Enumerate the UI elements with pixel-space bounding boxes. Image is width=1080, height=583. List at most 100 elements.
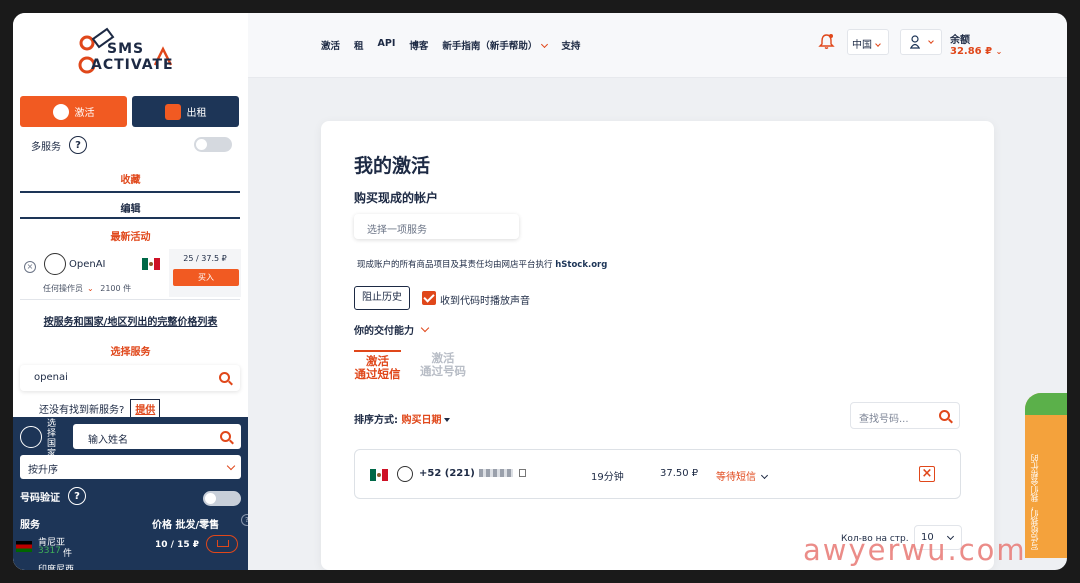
- country-count-unit: 件: [63, 549, 73, 559]
- nav-guide[interactable]: 新手指南（新手帮助）: [442, 38, 549, 52]
- payment-capacity-toggle[interactable]: 你的交付能力: [354, 322, 430, 337]
- sort-select-value: 按升序: [28, 465, 58, 476]
- openai-icon: [44, 253, 66, 275]
- country-count: 3317: [38, 546, 61, 556]
- operator-select[interactable]: 任何操作员: [43, 284, 83, 293]
- balance-amount: 32.86 ₽: [950, 46, 993, 57]
- chevron-down-icon: [226, 461, 236, 471]
- openai-icon: [397, 466, 413, 482]
- nav-support[interactable]: 支持: [561, 38, 580, 52]
- status-dropdown[interactable]: 等待短信: [716, 468, 769, 483]
- play-sound-checkbox[interactable]: [422, 291, 436, 305]
- nav-activate[interactable]: 激活: [321, 38, 340, 52]
- choose-service-heading: 选择服务: [110, 347, 151, 358]
- choose-country-label: 选择国家: [47, 419, 57, 459]
- sort-label: 排序方式:: [354, 415, 398, 426]
- not-found-text: 还没有找到新服务?: [39, 405, 125, 416]
- service-search-value: openai: [34, 372, 68, 383]
- help-icon[interactable]: ?: [241, 514, 248, 526]
- country-price: 10 / 15 ₽: [155, 540, 199, 550]
- sort-by-select[interactable]: 购买日期: [401, 415, 451, 426]
- mexico-flag-icon: [142, 258, 160, 270]
- chevron-down-icon: [760, 471, 769, 480]
- activate-tab-label: 激活: [74, 108, 95, 119]
- user-icon: [910, 35, 920, 49]
- service-search-input[interactable]: openai: [20, 365, 240, 391]
- watermark: awyerwu.com: [803, 533, 1027, 567]
- balance-value[interactable]: 32.86 ₽ ⌄: [950, 46, 1002, 57]
- search-icon[interactable]: [219, 372, 230, 383]
- sidebar: SMS ACTIVATE 激活 出租 多服务 ? 收藏 编辑 最新活动 × Op…: [13, 13, 248, 570]
- search-icon[interactable]: [939, 410, 950, 421]
- tab-line: 通过号码: [420, 364, 466, 378]
- activate-tab-button[interactable]: 激活: [20, 96, 127, 127]
- nav-rent[interactable]: 租: [354, 38, 364, 52]
- app-window: SMS ACTIVATE 激活 出租 多服务 ? 收藏 编辑 最新活动 × Op…: [13, 13, 1067, 570]
- copy-icon[interactable]: [518, 469, 526, 477]
- language-select[interactable]: 中国: [847, 29, 889, 55]
- bell-icon[interactable]: [818, 33, 835, 50]
- chevron-down-icon: ⌄: [87, 284, 94, 293]
- main-nav: 激活 租 API 博客 新手指南（新手帮助） 支持: [321, 38, 580, 52]
- buy-accounts-heading: 购买现成的帐户: [354, 191, 439, 205]
- nav-api[interactable]: API: [378, 38, 396, 52]
- country-name-input[interactable]: 输入姓名: [73, 424, 241, 449]
- service-select[interactable]: 选择一项服务: [354, 214, 519, 239]
- nav-guide-label: 新手指南（新手帮助）: [442, 41, 538, 52]
- latest-activity-heading: 最新活动: [110, 232, 151, 243]
- tab-sms-activation[interactable]: 激活 通过短信: [354, 350, 401, 381]
- play-sound-label: 收到代码时播放声音: [440, 296, 530, 307]
- cart-icon[interactable]: [206, 535, 238, 553]
- full-price-list-link[interactable]: 按服务和国家/地区列出的完整价格列表: [13, 313, 248, 328]
- suggest-service-button[interactable]: 提供: [130, 399, 161, 418]
- rent-tab-button[interactable]: 出租: [132, 96, 239, 127]
- activate-icon: [52, 103, 69, 120]
- kenya-flag-icon: [16, 541, 32, 552]
- price-box: 25 / 37.5 ₽ 买入: [169, 249, 241, 297]
- service-column-header: 服务: [20, 520, 40, 531]
- number-verification-toggle[interactable]: [203, 491, 241, 506]
- country-row-next[interactable]: 印度尼西: [38, 562, 74, 570]
- search-icon[interactable]: [220, 431, 231, 442]
- country-panel: 选择国家 输入姓名 按升序 号码验证 ? 服务 价格 批发/零售 ? 肯尼亚: [13, 417, 248, 570]
- chevron-down-icon: [541, 40, 549, 49]
- help-icon[interactable]: ?: [68, 487, 86, 505]
- status-value: 等待短信: [716, 472, 756, 483]
- chevron-down-icon: [928, 38, 934, 44]
- multi-service-toggle[interactable]: [194, 137, 232, 152]
- country-row[interactable]: 肯尼亚 3317 件 10 / 15 ₽: [16, 535, 244, 559]
- sort-select[interactable]: 按升序: [20, 455, 241, 479]
- support-widget-text: 写信给我们，我们会帮忙的: [1030, 454, 1039, 550]
- page-title: 我的激活: [354, 155, 431, 177]
- buy-button[interactable]: 买入: [173, 269, 239, 286]
- help-icon[interactable]: ?: [69, 136, 87, 154]
- block-history-button[interactable]: 阻止历史: [354, 286, 410, 310]
- tab-number-activation[interactable]: 激活 通过号码: [418, 352, 468, 378]
- phone-number-value: +52 (221): [419, 468, 475, 479]
- favorites-link[interactable]: 收藏: [13, 171, 248, 186]
- cancel-icon[interactable]: ×: [919, 466, 935, 482]
- edit-link[interactable]: 编辑: [13, 200, 248, 215]
- logo-text-activate: ACTIVATE: [91, 57, 174, 73]
- rent-tab-label: 出租: [186, 108, 207, 119]
- country-name-placeholder: 输入姓名: [88, 435, 128, 446]
- top-bar: 激活 租 API 博客 新手指南（新手帮助） 支持 中国 余额 32.86 ₽ …: [248, 13, 1067, 78]
- operator-row: 任何操作员 ⌄ 2100 件: [43, 283, 131, 294]
- activation-row: +52 (221) 19分钟 37.50 ₽ 等待短信 ×: [354, 449, 961, 499]
- user-menu[interactable]: [900, 29, 942, 55]
- sort-row: 排序方式: 购买日期: [354, 411, 451, 426]
- tab-line: 通过短信: [354, 367, 401, 381]
- hstock-link[interactable]: hStock.org: [555, 260, 607, 270]
- divider: [20, 299, 240, 300]
- accounts-note: 现成账户的所有商品项目及其责任均由网店平台执行 hStock.org: [357, 258, 607, 270]
- number-search-input[interactable]: 查找号码...: [850, 402, 960, 429]
- nav-blog[interactable]: 博客: [409, 38, 428, 52]
- close-icon[interactable]: ×: [24, 261, 36, 273]
- caret-down-icon: [444, 418, 451, 422]
- mexico-flag-icon: [370, 469, 388, 481]
- redacted-digits: [478, 469, 513, 477]
- phone-number[interactable]: +52 (221): [419, 468, 526, 479]
- number-verification-row: 号码验证 ?: [20, 487, 86, 505]
- multi-service-label: 多服务: [31, 141, 61, 153]
- available-count: 2100 件: [100, 284, 132, 293]
